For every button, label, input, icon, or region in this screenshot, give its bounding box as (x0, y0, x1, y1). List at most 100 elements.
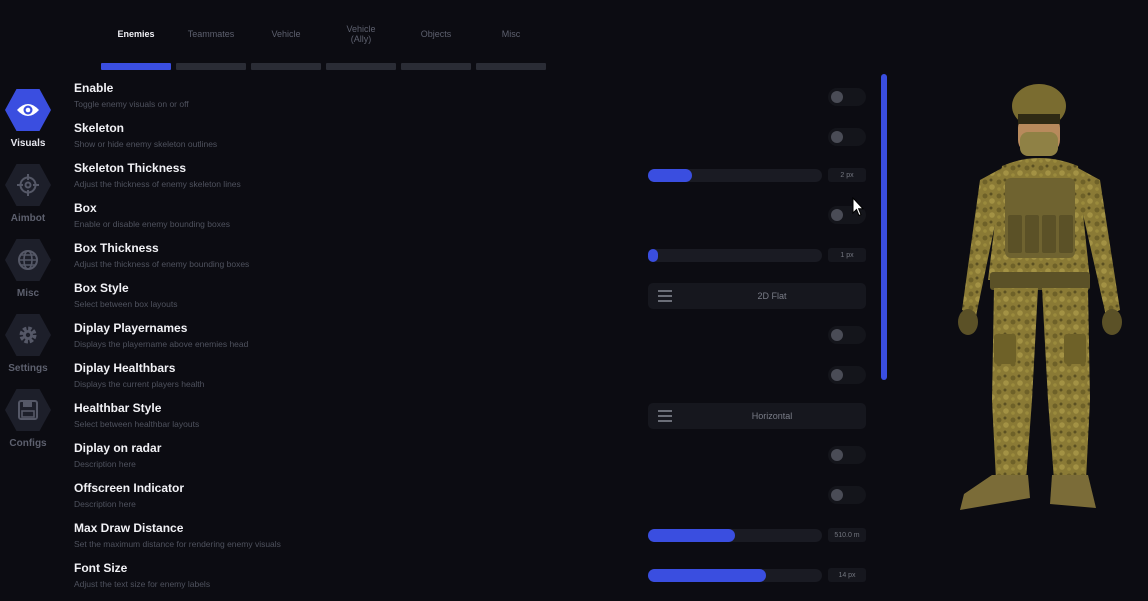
toggle-knob (831, 131, 843, 143)
skeleton-toggle[interactable] (828, 128, 866, 146)
tab-indicator (401, 63, 471, 70)
setting-title: Offscreen Indicator (74, 481, 185, 495)
setting-title: Max Draw Distance (74, 521, 184, 535)
nav-label: Visuals (10, 138, 46, 149)
scrollbar[interactable] (881, 74, 887, 380)
list-icon (658, 410, 672, 425)
tab-label: Vehicle (271, 29, 301, 39)
toggle-knob (831, 329, 843, 341)
setting-title: Diplay on radar (74, 441, 162, 455)
globe-icon (5, 239, 51, 281)
dropdown-value: 2D Flat (757, 291, 787, 301)
crosshair-icon (5, 164, 51, 206)
tab-label: Objects (420, 29, 452, 39)
character-preview (940, 80, 1140, 520)
tab-label: Enemies (117, 29, 155, 39)
display-healthbars-toggle[interactable] (828, 366, 866, 384)
mouse-cursor-icon (852, 196, 865, 222)
tab-indicator (476, 63, 546, 70)
tab-vehicle-ally[interactable]: Vehicle (Ally) (326, 18, 396, 70)
box-thickness-value: 1 px (828, 248, 866, 262)
setting-description: Show or hide enemy skeleton outlines (74, 139, 218, 149)
nav-item-visuals[interactable]: Visuals (0, 89, 56, 149)
tab-enemies[interactable]: Enemies (101, 18, 171, 70)
skeleton-thickness-slider[interactable] (648, 169, 822, 182)
box-style-dropdown[interactable]: 2D Flat (648, 283, 866, 309)
font-size-slider[interactable] (648, 569, 822, 582)
tab-indicator (326, 63, 396, 70)
setting-skeleton-thickness: Skeleton Thickness Adjust the thickness … (74, 161, 874, 201)
max-draw-distance-value: 510.0 m (828, 528, 866, 542)
tab-misc[interactable]: Misc (476, 18, 546, 70)
nav-item-aimbot[interactable]: Aimbot (0, 164, 56, 224)
slider-fill (648, 249, 659, 262)
setting-box-style: Box Style Select between box layouts 2D … (74, 281, 874, 321)
display-on-radar-toggle[interactable] (828, 446, 866, 464)
tab-objects[interactable]: Objects (401, 18, 471, 70)
box-thickness-slider[interactable] (648, 249, 822, 262)
tab-indicator (251, 63, 321, 70)
setting-box-thickness: Box Thickness Adjust the thickness of en… (74, 241, 874, 281)
setting-font-size: Font Size Adjust the text size for enemy… (74, 561, 874, 601)
tab-indicator (176, 63, 246, 70)
offscreen-indicator-toggle[interactable] (828, 486, 866, 504)
setting-box: Box Enable or disable enemy bounding box… (74, 201, 874, 241)
setting-description: Description here (74, 499, 136, 509)
nav-label: Aimbot (10, 213, 46, 224)
setting-title: Box (74, 201, 97, 215)
setting-description: Enable or disable enemy bounding boxes (74, 219, 230, 229)
setting-title: Skeleton Thickness (74, 161, 187, 175)
gear-icon (5, 314, 51, 356)
tab-vehicle[interactable]: Vehicle (251, 18, 321, 70)
enable-toggle[interactable] (828, 88, 866, 106)
tab-label: Teammates (187, 29, 235, 39)
tab-label: Misc (501, 29, 521, 39)
setting-display-healthbars: Diplay Healthbars Displays the current p… (74, 361, 874, 401)
toggle-knob (831, 209, 843, 221)
setting-description: Displays the playername above enemies he… (74, 339, 249, 349)
setting-title: Healthbar Style (74, 401, 162, 415)
dropdown-value: Horizontal (751, 411, 793, 421)
setting-description: Adjust the thickness of enemy skeleton l… (74, 179, 241, 189)
slider-fill (648, 169, 692, 182)
setting-title: Diplay Healthbars (74, 361, 176, 375)
setting-title: Enable (74, 81, 114, 95)
save-icon (5, 389, 51, 431)
list-icon (658, 290, 672, 305)
display-playernames-toggle[interactable] (828, 326, 866, 344)
toggle-knob (831, 449, 843, 461)
nav-label: Configs (9, 438, 47, 449)
setting-title: Font Size (74, 561, 128, 575)
font-size-value: 14 px (828, 568, 866, 582)
setting-description: Description here (74, 459, 136, 469)
setting-description: Toggle enemy visuals on or off (74, 99, 189, 109)
toggle-knob (831, 369, 843, 381)
healthbar-style-dropdown[interactable]: Horizontal (648, 403, 866, 429)
setting-max-draw-distance: Max Draw Distance Set the maximum distan… (74, 521, 874, 561)
setting-title: Box Style (74, 281, 129, 295)
setting-healthbar-style: Healthbar Style Select between healthbar… (74, 401, 874, 441)
slider-fill (648, 529, 735, 542)
setting-description: Adjust the text size for enemy labels (74, 579, 211, 589)
nav-item-misc[interactable]: Misc (0, 239, 56, 299)
setting-title: Box Thickness (74, 241, 159, 255)
nav-item-configs[interactable]: Configs (0, 389, 56, 449)
nav-item-settings[interactable]: Settings (0, 314, 56, 374)
setting-enable: Enable Toggle enemy visuals on or off (74, 81, 874, 121)
setting-offscreen-indicator: Offscreen Indicator Description here (74, 481, 874, 521)
nav-label: Misc (16, 288, 40, 299)
slider-fill (648, 569, 767, 582)
skeleton-thickness-value: 2 px (828, 168, 866, 182)
eye-icon (5, 89, 51, 131)
max-draw-distance-slider[interactable] (648, 529, 822, 542)
setting-display-playernames: Diplay Playernames Displays the playerna… (74, 321, 874, 361)
setting-description: Displays the current players health (74, 379, 205, 389)
setting-description: Select between box layouts (74, 299, 178, 309)
tab-teammates[interactable]: Teammates (176, 18, 246, 70)
setting-description: Adjust the thickness of enemy bounding b… (74, 259, 250, 269)
nav-label: Settings (8, 363, 48, 374)
setting-description: Select between healthbar layouts (74, 419, 200, 429)
setting-title: Skeleton (74, 121, 125, 135)
setting-title: Diplay Playernames (74, 321, 188, 335)
tab-label: Vehicle (Ally) (346, 24, 376, 44)
